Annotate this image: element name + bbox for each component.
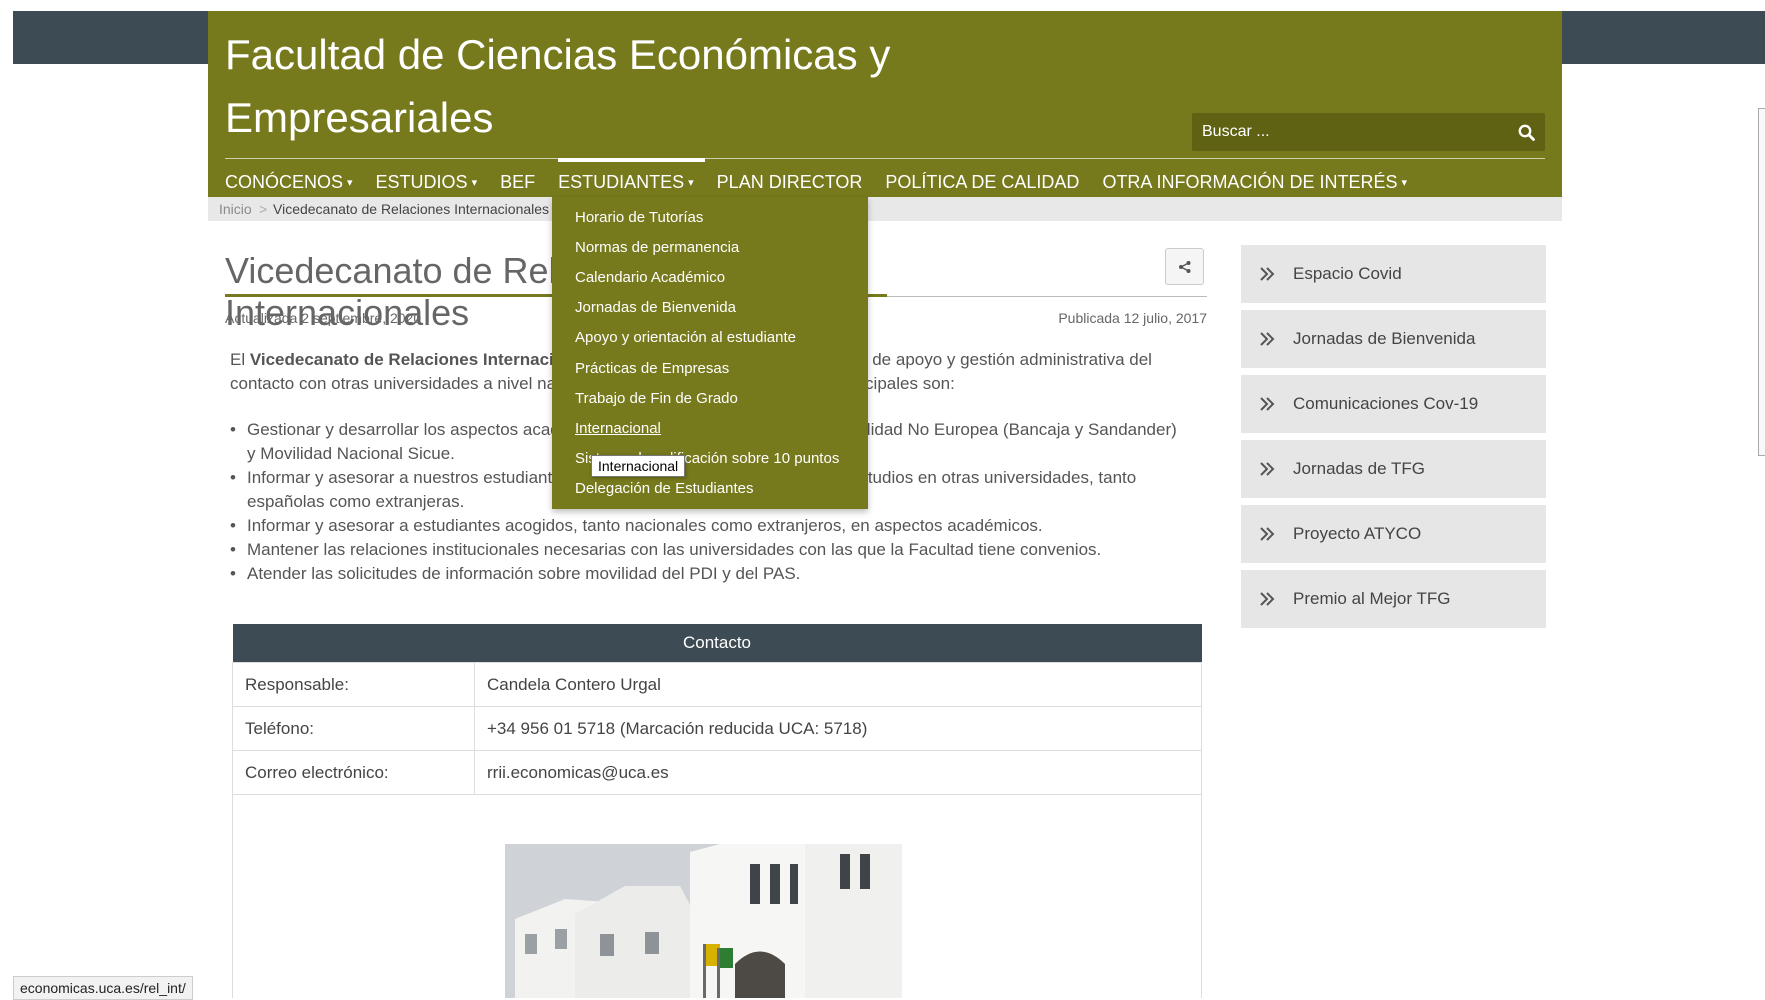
caret-down-icon: ▾ <box>688 177 694 189</box>
double-chevron-right-icon <box>1260 462 1275 476</box>
sidebar-item-label: Proyecto ATYCO <box>1293 524 1422 543</box>
search-box <box>1192 113 1545 151</box>
contact-value: +34 956 01 5718 (Marcación reducida UCA:… <box>474 706 1202 751</box>
sidebar: Espacio Covid Jornadas de Bienvenida Com… <box>1241 245 1546 635</box>
menu-item-jornadas-bienvenida[interactable]: Jornadas de Bienvenida <box>575 299 736 316</box>
contact-email[interactable]: rrii.economicas@uca.es <box>474 750 1202 795</box>
caret-down-icon: ▾ <box>1401 177 1407 189</box>
status-url: economicas.uca.es/rel_int/ <box>13 976 193 1000</box>
nav-item-estudios[interactable]: ESTUDIOS ▾ <box>376 168 489 197</box>
building-illustration <box>505 844 902 998</box>
published-date: Publicada 12 julio, 2017 <box>1058 310 1207 326</box>
double-chevron-right-icon <box>1260 527 1275 541</box>
site-header: Facultad de Ciencias Económicas y Empres… <box>208 11 1562 197</box>
caret-down-icon: ▾ <box>347 177 353 189</box>
search-button[interactable] <box>1513 119 1539 145</box>
menu-item-internacional[interactable]: Internacional <box>575 420 661 437</box>
contact-table: Contacto Responsable: Candela Contero Ur… <box>232 624 1202 795</box>
contact-label: Teléfono: <box>232 706 475 751</box>
double-chevron-right-icon <box>1260 332 1275 346</box>
list-item: Mantener las relaciones institucionales … <box>230 538 1180 562</box>
sidebar-item-jornadas-bienvenida[interactable]: Jornadas de Bienvenida <box>1241 310 1546 368</box>
nav-item-estudiantes[interactable]: ESTUDIANTES ▾ <box>558 158 705 197</box>
menu-item-delegacion-estudiantes[interactable]: Delegación de Estudiantes <box>575 480 753 497</box>
nav-item-conocenos[interactable]: CONÓCENOS ▾ <box>225 168 364 197</box>
sidebar-item-label: Comunicaciones Cov-19 <box>1293 394 1479 413</box>
nav-item-politica-calidad[interactable]: POLÍTICA DE CALIDAD <box>885 168 1090 197</box>
main-nav: CONÓCENOS ▾ ESTUDIOS ▾ BEF ESTUDIANTES ▾ PL… <box>225 158 1430 197</box>
sidebar-item-jornadas-tfg[interactable]: Jornadas de TFG <box>1241 440 1546 498</box>
double-chevron-right-icon <box>1260 592 1275 606</box>
menu-item-horario-tutorias[interactable]: Horario de Tutorías <box>575 209 703 226</box>
updated-date: Actualizada 2 septiembre, 2020 <box>225 310 422 326</box>
menu-item-apoyo-orientacion[interactable]: Apoyo y orientación al estudiante <box>575 329 796 346</box>
site-title[interactable]: Facultad de Ciencias Económicas y Empres… <box>225 23 945 149</box>
sidebar-item-label: Premio al Mejor TFG <box>1293 589 1451 608</box>
menu-item-calendario-academico[interactable]: Calendario Académico <box>575 269 725 286</box>
contact-value: Candela Contero Urgal <box>474 662 1202 707</box>
share-icon <box>1178 260 1190 273</box>
sidebar-item-label: Jornadas de TFG <box>1293 459 1425 478</box>
double-chevron-right-icon <box>1260 267 1275 281</box>
nav-item-bef[interactable]: BEF <box>500 168 546 197</box>
list-item: Informar y asesorar a estudiantes acogid… <box>230 514 1180 538</box>
building-photo <box>505 844 902 998</box>
caret-down-icon: ▾ <box>471 177 478 189</box>
menu-item-trabajo-fin-grado[interactable]: Trabajo de Fin de Grado <box>575 390 738 407</box>
table-row: Responsable: Candela Contero Urgal <box>232 662 1202 707</box>
menu-item-practicas-empresas[interactable]: Prácticas de Empresas <box>575 360 729 377</box>
table-row: Teléfono: +34 956 01 5718 (Marcación red… <box>232 706 1202 751</box>
contact-label: Correo electrónico: <box>232 750 475 795</box>
contact-heading: Contacto <box>232 624 1202 663</box>
breadcrumb-separator: > <box>259 201 268 217</box>
double-chevron-right-icon <box>1260 397 1275 411</box>
table-row: Correo electrónico: rrii.economicas@uca.… <box>232 750 1202 795</box>
list-item: Atender las solicitudes de información s… <box>230 562 1180 586</box>
sidebar-item-comunicaciones-cov19[interactable]: Comunicaciones Cov-19 <box>1241 375 1546 433</box>
search-input[interactable] <box>1192 113 1512 151</box>
nav-divider <box>225 158 1545 159</box>
sidebar-item-premio-tfg[interactable]: Premio al Mejor TFG <box>1241 570 1546 628</box>
sidebar-item-label: Jornadas de Bienvenida <box>1293 329 1476 348</box>
breadcrumb-home[interactable]: Inicio <box>219 197 252 221</box>
tooltip: Internacional <box>591 455 686 477</box>
nav-item-plan-director[interactable]: PLAN DIRECTOR <box>717 168 874 197</box>
menu-item-normas-permanencia[interactable]: Normas de permanencia <box>575 239 739 256</box>
breadcrumb: Inicio > Vicedecanato de Relaciones Inte… <box>208 197 1562 221</box>
sidebar-item-label: Espacio Covid <box>1293 264 1402 283</box>
sidebar-item-espacio-covid[interactable]: Espacio Covid <box>1241 245 1546 303</box>
sidebar-item-proyecto-atyco[interactable]: Proyecto ATYCO <box>1241 505 1546 563</box>
share-button[interactable] <box>1165 248 1204 285</box>
contact-label: Responsable: <box>232 662 475 707</box>
nav-item-otra-informacion[interactable]: OTRA INFORMACIÓN DE INTERÉS ▾ <box>1102 168 1418 197</box>
breadcrumb-current: Vicedecanato de Relaciones Internacional… <box>273 201 550 217</box>
scrollbar[interactable] <box>1758 108 1765 456</box>
search-icon <box>1518 124 1535 141</box>
